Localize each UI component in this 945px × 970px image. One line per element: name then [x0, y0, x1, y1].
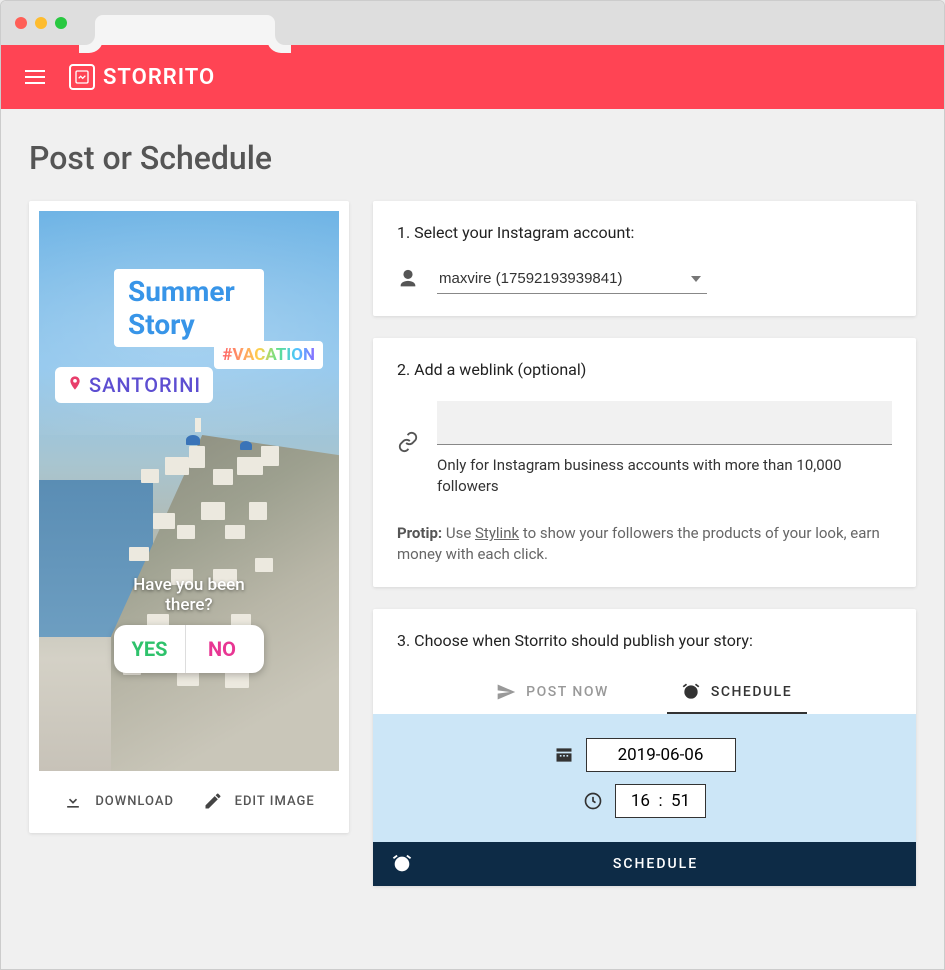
send-icon	[496, 682, 516, 702]
time-input[interactable]: :	[615, 784, 705, 818]
poll-no-button[interactable]: NO	[186, 625, 258, 673]
protip-text: Protip: Use Stylink to show your followe…	[397, 523, 892, 565]
window-maximize-dot[interactable]	[55, 17, 67, 29]
download-button[interactable]: DOWNLOAD	[63, 791, 174, 811]
schedule-button[interactable]: SCHEDULE	[373, 842, 916, 886]
pin-icon	[67, 375, 83, 396]
story-hashtag-sticker: #VACATION	[214, 341, 323, 369]
page-title: Post or Schedule	[29, 139, 916, 177]
account-select[interactable]: maxvire (17592193939841)	[437, 264, 707, 294]
date-input[interactable]	[586, 738, 736, 772]
poll-question: Have you been there?	[114, 575, 264, 615]
step2-card: 2. Add a weblink (optional) Only for Ins…	[373, 338, 916, 587]
browser-tab[interactable]	[95, 15, 275, 45]
menu-icon[interactable]	[25, 70, 45, 84]
browser-chrome	[1, 1, 944, 45]
tab-post-now[interactable]: POST NOW	[483, 672, 623, 714]
alarm-icon	[681, 682, 701, 702]
window-minimize-dot[interactable]	[35, 17, 47, 29]
stylink-link[interactable]: Stylink	[475, 524, 519, 542]
pencil-icon	[203, 791, 223, 811]
schedule-panel: :	[373, 714, 916, 842]
weblink-input[interactable]	[437, 401, 892, 445]
link-icon	[397, 431, 419, 453]
story-location-sticker: SANTORINI	[55, 367, 213, 403]
clock-icon	[583, 791, 603, 811]
app-header: STORRITO	[1, 45, 944, 109]
step2-label: 2. Add a weblink (optional)	[397, 360, 892, 379]
brand-icon	[69, 64, 95, 90]
poll-yes-button[interactable]: YES	[114, 625, 186, 673]
download-icon	[63, 791, 83, 811]
step3-label: 3. Choose when Storrito should publish y…	[397, 631, 892, 650]
alarm-icon	[391, 853, 413, 875]
step1-card: 1. Select your Instagram account: maxvir…	[373, 201, 916, 316]
brand-text: STORRITO	[103, 65, 215, 90]
page-body: Post or Schedule	[1, 109, 944, 969]
step1-label: 1. Select your Instagram account:	[397, 223, 892, 242]
minute-input[interactable]	[667, 791, 695, 811]
account-icon	[397, 268, 419, 290]
weblink-helper: Only for Instagram business accounts wit…	[437, 455, 892, 497]
story-preview: Summer Story #VACATION SANTORINI Have yo…	[39, 211, 339, 771]
hour-input[interactable]	[626, 791, 654, 811]
brand-logo: STORRITO	[69, 64, 215, 90]
preview-card: Summer Story #VACATION SANTORINI Have yo…	[29, 201, 349, 833]
window-close-dot[interactable]	[15, 17, 27, 29]
step3-card: 3. Choose when Storrito should publish y…	[373, 609, 916, 886]
calendar-icon	[554, 745, 574, 765]
tab-schedule[interactable]: SCHEDULE	[667, 672, 807, 714]
edit-image-button[interactable]: EDIT IMAGE	[203, 791, 315, 811]
story-title-sticker: Summer Story	[114, 269, 264, 347]
browser-window: STORRITO Post or Schedule	[0, 0, 945, 970]
story-poll: Have you been there? YES NO	[114, 575, 264, 673]
